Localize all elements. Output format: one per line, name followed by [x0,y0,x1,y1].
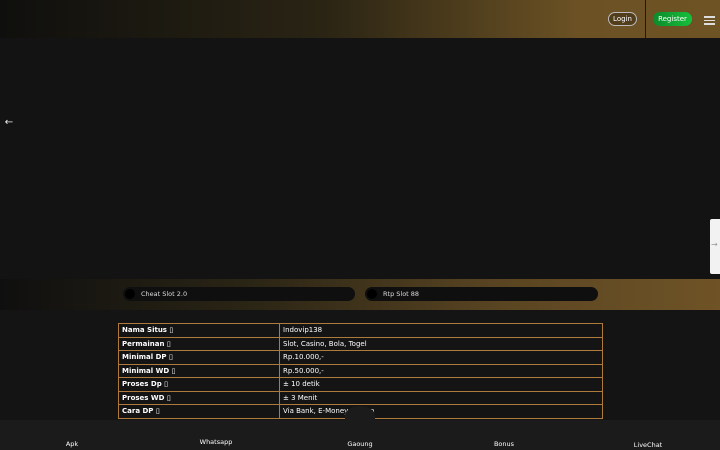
table-row: Nama Situs ▯ Indovip138 [118,323,603,338]
link-icon [125,289,135,299]
table-value: Rp.50.000,- [279,363,603,378]
table-row: Proses Dp ▯ ± 10 detik [118,377,603,392]
page: Login Register ← → Cheat Slot 2.0 Rtp Sl… [0,0,720,450]
table-key: Proses Dp ▯ [118,377,280,392]
table-value: ± 10 detik [279,377,603,392]
link-band [0,279,720,310]
nav-item-gaoung[interactable]: Gaoung [330,440,390,448]
nav-item-livechat[interactable]: LiveChat [618,441,678,449]
link-label: Rtp Slot 88 [383,290,420,298]
table-key: Proses WD ▯ [118,390,280,405]
table-value: ± 3 Menit [279,390,603,405]
table-value: Slot, Casino, Bola, Togel [279,336,603,351]
table-row: Proses WD ▯ ± 3 Menit [118,390,603,405]
register-button[interactable]: Register [653,12,692,26]
table-key: Nama Situs ▯ [118,323,280,338]
hamburger-menu-icon[interactable] [704,16,715,25]
link-cheat-slot[interactable]: Cheat Slot 2.0 [123,287,355,301]
link-label: Cheat Slot 2.0 [141,290,188,298]
table-row: Minimal WD ▯ Rp.50.000,- [118,363,603,378]
nav-item-whatsapp[interactable]: Whatsapp [186,438,246,446]
table-key: Permainan ▯ [118,336,280,351]
nav-item-bonus[interactable]: Bonus [474,440,534,448]
link-rtp-slot[interactable]: Rtp Slot 88 [365,287,598,301]
nav-item-apk[interactable]: Apk [42,440,102,448]
link-icon [367,289,377,299]
table-value: Indovip138 [279,323,603,338]
table-row: Permainan ▯ Slot, Casino, Bola, Togel [118,336,603,351]
hero-banner [0,38,720,279]
arrow-left-icon[interactable]: ← [1,116,17,130]
table-value: Rp.10.000,- [279,350,603,365]
table-key: Cara DP ▯ [118,404,280,419]
table-row: Minimal DP ▯ Rp.10.000,- [118,350,603,365]
center-nav-button[interactable] [345,406,375,426]
header-divider [645,0,646,38]
site-info-table: Nama Situs ▯ Indovip138 Permainan ▯ Slot, … [118,323,603,419]
login-button[interactable]: Login [608,12,637,26]
table-value: Via Bank, E-Money, Instan [279,404,603,419]
chevron-right-icon: → [711,240,718,249]
table-key: Minimal DP ▯ [118,350,280,365]
top-header: Login Register [0,0,720,38]
table-key: Minimal WD ▯ [118,363,280,378]
